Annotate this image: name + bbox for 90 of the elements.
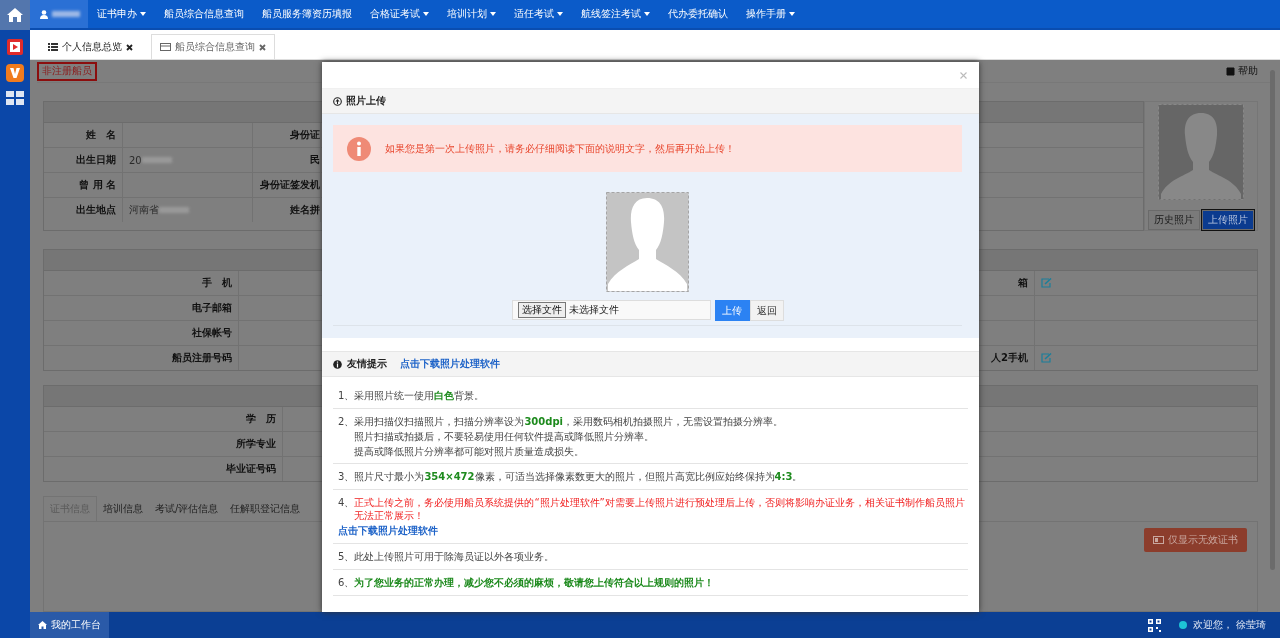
- redacted-mark: [159, 207, 189, 213]
- caret-icon: [490, 12, 496, 16]
- download-link[interactable]: 点击下载照片处理软件: [400, 357, 500, 371]
- alert-text: 如果您是第一次上传照片，请务必仔细阅读下面的说明文字，然后再开始上传！: [385, 141, 735, 156]
- field-label: 身份证签发机: [253, 173, 321, 197]
- file-input[interactable]: 选择文件 未选择文件: [511, 300, 711, 320]
- grid-icon[interactable]: [6, 91, 24, 106]
- tip-text: 采用扫描仪扫描照片，扫描分辨率设为300dpi，采用数码相机拍摄照片，无需设置拍摄分辨率。: [354, 415, 783, 428]
- tab[interactable]: 任解职登记信息: [224, 496, 307, 521]
- tip-text: 照片尺寸最小为354×472像素，可适当选择像素数更大的照片，但照片高宽比例应始终保持为4:3。: [354, 470, 803, 483]
- item-number: 6、: [338, 576, 355, 590]
- home-icon: [6, 7, 24, 23]
- back-button[interactable]: 返回: [749, 300, 784, 321]
- card-icon: [1153, 536, 1164, 544]
- field-label: 电子邮箱: [44, 296, 239, 320]
- caret-icon: [644, 12, 650, 16]
- status-badge: 非注册船员: [37, 61, 97, 81]
- upload-icon: [333, 96, 342, 106]
- tab[interactable]: 船员综合信息查询: [151, 34, 275, 59]
- help-link[interactable]: 帮助: [1226, 64, 1258, 78]
- nav-menu-item[interactable]: 船员服务簿资历填报: [253, 0, 361, 28]
- field-label: 学 历: [44, 407, 283, 431]
- caret-icon: [789, 12, 795, 16]
- field-label: 毕业证号码: [44, 457, 283, 481]
- field-value: 河南省: [129, 203, 159, 217]
- photo-button[interactable]: 上传照片: [1202, 210, 1254, 230]
- info-icon: [333, 359, 342, 369]
- caret-icon: [140, 12, 146, 16]
- field-label: 姓 名: [44, 123, 123, 147]
- item-number: 2、: [338, 415, 355, 429]
- tab[interactable]: 个人信息总览: [40, 35, 141, 59]
- photo-button[interactable]: 历史照片: [1148, 210, 1200, 230]
- tip-text: 采用照片统一使用白色背景。: [354, 389, 485, 402]
- nav-menu-item[interactable]: 航线签注考试: [572, 0, 659, 28]
- user-menu[interactable]: [30, 0, 88, 28]
- nav-menu-item[interactable]: 合格证考试: [361, 0, 438, 28]
- item-number: 3、: [338, 470, 355, 484]
- download-link[interactable]: 点击下载照片处理软件: [338, 524, 968, 538]
- nav-menu-item[interactable]: 操作手册: [737, 0, 804, 28]
- field-label: 出生地点: [44, 198, 123, 222]
- redacted-mark: [141, 157, 172, 163]
- tip-text: 此处上传照片可用于除海员证以外各项业务。: [354, 550, 555, 563]
- caret-icon: [423, 12, 429, 16]
- upload-button[interactable]: 上传: [714, 300, 750, 321]
- tip-text: 照片扫描或拍摄后，不要轻易使用任何软件提高或降低照片分辨率。: [354, 430, 656, 443]
- online-status-dot: [1178, 621, 1187, 629]
- nav-menu-item[interactable]: 适任考试: [505, 0, 572, 28]
- field-label: 民: [253, 148, 321, 172]
- field-label: 所学专业: [44, 432, 283, 456]
- field-label: 人2手机: [991, 351, 1028, 365]
- field-label: 手 机: [44, 271, 239, 295]
- info-icon: [347, 136, 371, 161]
- nav-menu-item[interactable]: 代办委托确认: [659, 0, 737, 28]
- item-number: 5、: [338, 550, 355, 564]
- field-label: 箱: [1018, 276, 1028, 290]
- tip-text: 正式上传之前，务必使用船员系统提供的“照片处理软件”对需要上传照片进行预处理后上传，否则将影响办证业务，相关证书制作船员照片无法正常展示！: [354, 496, 966, 522]
- video-icon[interactable]: [7, 39, 23, 55]
- file-status: 未选择文件: [568, 303, 619, 317]
- nav-menu-item[interactable]: 证书申办: [88, 0, 155, 28]
- tab[interactable]: 培训信息: [97, 496, 149, 521]
- nav-menu-item[interactable]: 培训计划: [438, 0, 505, 28]
- v-logo-icon[interactable]: [6, 64, 24, 82]
- close-icon[interactable]: [126, 43, 133, 51]
- home-icon: [38, 621, 47, 629]
- filter-button[interactable]: 仅显示无效证书: [1144, 528, 1247, 552]
- qr-code-icon[interactable]: [1147, 618, 1161, 632]
- item-number: 1、: [338, 389, 355, 403]
- welcome-text: 欢迎您， 徐莹琦: [1192, 618, 1266, 632]
- field-label: 身份证: [253, 123, 321, 147]
- nav-menu-item[interactable]: 船员综合信息查询: [155, 0, 253, 28]
- choose-file-button[interactable]: 选择文件: [517, 302, 566, 318]
- field-label: 曾 用 名: [44, 173, 123, 197]
- section-title: 照片上传: [346, 94, 386, 108]
- section-title: 友情提示: [347, 357, 387, 371]
- item-number: 4、: [338, 496, 355, 510]
- workspace-tab[interactable]: 我的工作台: [30, 612, 109, 638]
- tab[interactable]: 考试/评估信息: [149, 496, 225, 521]
- card-icon: [160, 43, 171, 51]
- field-label: 姓名拼: [253, 198, 321, 222]
- field-label: 社保帐号: [44, 321, 239, 345]
- field-label: 出生日期: [44, 148, 123, 172]
- home-button[interactable]: [0, 0, 30, 30]
- field-value: 20: [129, 154, 142, 166]
- field-label: 船员注册号码: [44, 346, 239, 370]
- tip-text: 为了您业务的正常办理，减少您不必须的麻烦，敬请您上传符合以上规则的照片！: [354, 576, 715, 589]
- list-icon: [48, 43, 58, 51]
- user-icon: [40, 9, 48, 19]
- redacted-mark: [52, 11, 80, 17]
- tip-text: 提高或降低照片分辨率都可能对照片质量造成损失。: [354, 445, 586, 458]
- caret-icon: [557, 12, 563, 16]
